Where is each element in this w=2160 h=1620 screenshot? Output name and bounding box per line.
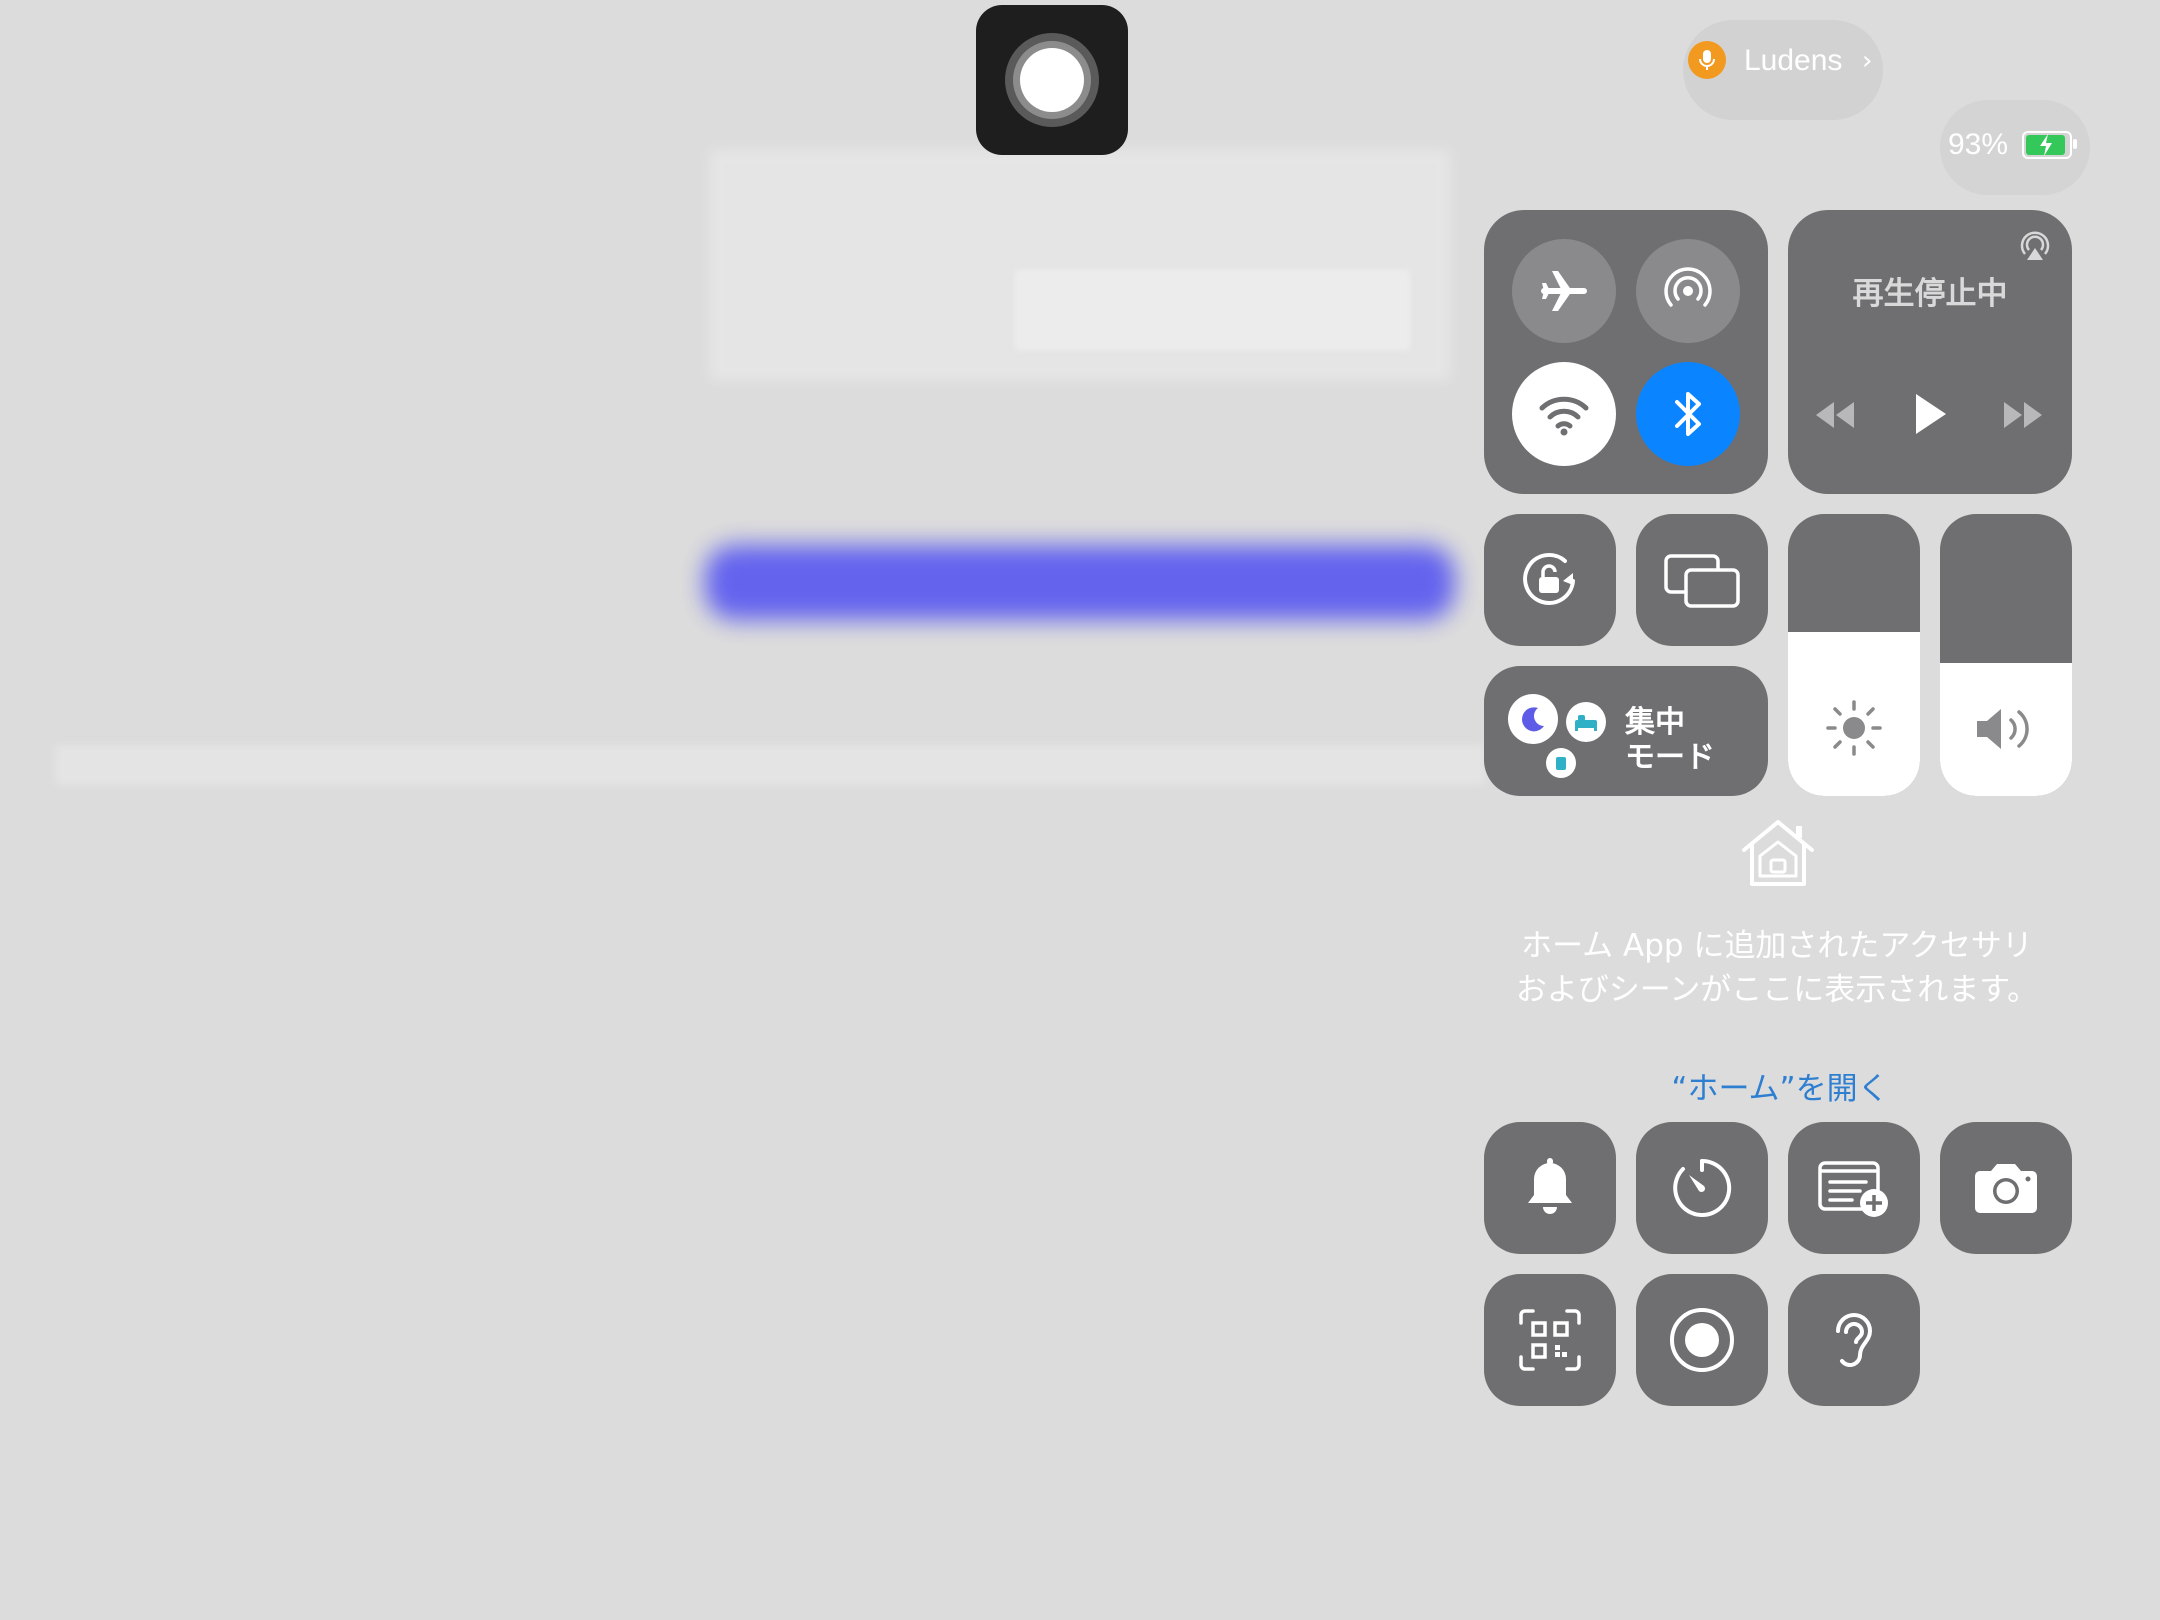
rewind-icon [1816, 402, 1854, 428]
quick-note-icon [1818, 1161, 1888, 1217]
battery-icon [2022, 131, 2077, 159]
rewind-button[interactable] [1812, 398, 1858, 432]
background-app-field-blurred [1015, 270, 1410, 350]
fast-forward-button[interactable] [2000, 398, 2046, 432]
fast-forward-icon [2004, 402, 2042, 428]
media-status-label: 再生停止中 [1852, 276, 2008, 312]
bluetooth-icon [1675, 392, 1701, 436]
airdrop-toggle[interactable] [1636, 239, 1740, 343]
chevron-right-icon: › [1862, 46, 1873, 76]
airplane-mode-toggle[interactable] [1512, 239, 1616, 343]
play-button[interactable] [1912, 391, 1950, 437]
silent-mode-button[interactable] [1484, 1122, 1616, 1254]
timer-button[interactable] [1636, 1122, 1768, 1254]
work-icon [1546, 748, 1576, 778]
assistive-touch-button[interactable] [976, 5, 1128, 155]
airplane-icon [1541, 271, 1587, 311]
hearing-button[interactable] [1788, 1274, 1920, 1406]
sun-icon [1826, 700, 1882, 756]
play-icon [1916, 394, 1946, 434]
home-icon [1738, 816, 1818, 890]
timer-icon [1673, 1158, 1732, 1217]
brightness-slider[interactable] [1788, 514, 1920, 796]
rotation-lock-icon [1523, 553, 1575, 605]
bell-icon [1528, 1158, 1572, 1214]
camera-icon [1975, 1164, 2037, 1213]
screen-mirroring-icon [1664, 554, 1740, 608]
code-scanner-button[interactable] [1484, 1274, 1616, 1406]
mic-icon [1688, 41, 1726, 79]
battery-percent: 93% [1948, 128, 2009, 161]
airplay-icon[interactable] [2018, 230, 2052, 264]
wifi-toggle[interactable] [1512, 362, 1616, 466]
wifi-icon [1539, 396, 1589, 436]
rotation-lock-toggle[interactable] [1484, 514, 1616, 646]
open-home-link[interactable]: “ホーム”を開く [1580, 1063, 1980, 1108]
assistive-touch-ring-icon [1005, 33, 1099, 127]
airdrop-icon [1664, 267, 1712, 307]
speaker-icon [1977, 709, 2029, 749]
background-divider-blurred [55, 745, 1485, 785]
quick-note-button[interactable] [1788, 1122, 1920, 1254]
home-empty-message: ホーム App に追加されたアクセサリおよびシーンがここに表示されます。 [1515, 928, 2039, 1008]
mic-app-name: Ludens [1744, 44, 1843, 77]
camera-button[interactable] [1940, 1122, 2072, 1254]
connectivity-module [1484, 210, 1768, 494]
ear-icon [1836, 1313, 1873, 1367]
bed-icon [1566, 702, 1606, 742]
focus-label-line2: モード [1625, 740, 1715, 775]
moon-icon [1508, 694, 1558, 744]
record-icon [1670, 1308, 1734, 1372]
background-app-button-blurred [705, 545, 1455, 620]
qr-code-icon [1519, 1309, 1581, 1371]
screen-recording-button[interactable] [1636, 1274, 1768, 1406]
volume-slider[interactable] [1940, 514, 2072, 796]
screen-mirroring-button[interactable] [1636, 514, 1768, 646]
bluetooth-toggle[interactable] [1636, 362, 1740, 466]
